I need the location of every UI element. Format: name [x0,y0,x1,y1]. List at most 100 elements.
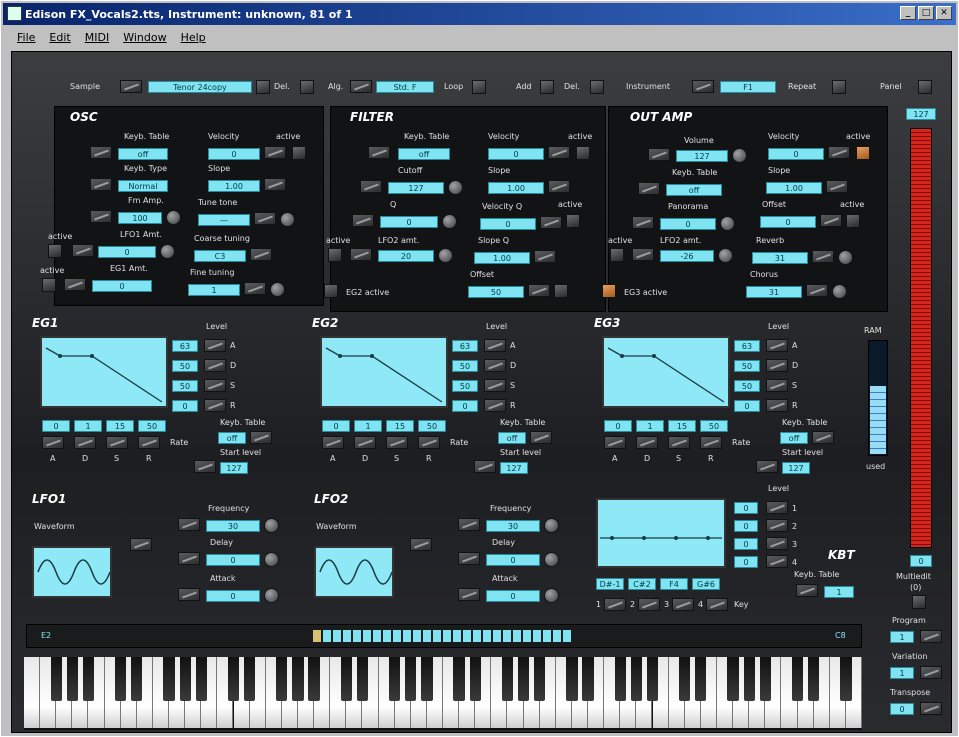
outamp-volume-value[interactable]: 127 [676,150,728,162]
filter-velocity-q-value[interactable]: 0 [480,218,536,230]
osc-fine-value[interactable]: 1 [188,284,240,296]
kbt-key-1-switch[interactable] [604,598,626,611]
filter-velocity-active-button[interactable] [576,146,590,160]
eg2-start-level-value[interactable]: 127 [500,462,528,474]
kbt-level-4-switch[interactable] [766,555,788,568]
lfo2-delay-switch[interactable] [458,552,480,565]
menu-window[interactable]: Window [123,31,166,44]
osc-keyb-type-switch[interactable] [90,178,112,191]
eg2-keyb-table-switch[interactable] [530,431,552,444]
eg1-rate-1-value[interactable]: 1 [74,420,102,432]
lfo2-frequency-value[interactable]: 30 [486,520,540,532]
eg2-rate-3-switch[interactable] [418,436,440,449]
kbt-key-4-value[interactable]: G#6 [692,578,720,590]
outamp-slope-switch[interactable] [826,180,848,193]
outamp-chorus-value[interactable]: 31 [746,286,802,298]
kbt-key-1-value[interactable]: D#-1 [596,578,624,590]
outamp-keyb-table-switch[interactable] [638,182,660,195]
eg3-rate-1-switch[interactable] [636,436,658,449]
filter-cutoff-knob[interactable] [448,180,463,195]
eg1-level-2-switch[interactable] [204,379,226,392]
eg2-level-3-switch[interactable] [484,399,506,412]
filter-keyb-table-value[interactable]: off [398,148,450,160]
eg1-level-0-switch[interactable] [204,339,226,352]
black-key[interactable] [808,657,820,701]
black-key[interactable] [727,657,739,701]
osc-fm-amp-switch[interactable] [90,210,112,223]
black-key[interactable] [469,657,481,701]
black-key[interactable] [227,657,240,701]
key-range-bar[interactable]: E2 C8 [26,624,862,648]
eg2-rate-1-switch[interactable] [354,436,376,449]
black-key[interactable] [243,657,256,701]
black-key[interactable] [646,657,659,701]
outamp-velocity-switch[interactable] [828,146,850,159]
outamp-reverb-value[interactable]: 31 [752,252,808,264]
lfo1-waveform-display[interactable] [32,546,112,598]
filter-lfo2-amt-switch[interactable] [350,248,372,261]
black-key[interactable] [405,657,417,701]
eg1-rate-2-value[interactable]: 15 [106,420,134,432]
white-key[interactable] [24,657,41,728]
filter-slope-value[interactable]: 1.00 [488,182,544,194]
transpose-switch[interactable] [920,702,942,715]
instrument-value[interactable]: F1 [720,81,776,93]
eg2-rate-2-switch[interactable] [386,436,408,449]
black-key[interactable] [308,657,320,701]
kbt-key-3-switch[interactable] [672,598,694,611]
filter-offset-switch[interactable] [528,284,550,297]
kbt-key-2-value[interactable]: C#2 [628,578,656,590]
outamp-panorama-value[interactable]: 0 [660,218,716,230]
osc-keyb-table-value[interactable]: off [118,148,168,160]
loop-button[interactable] [472,80,486,94]
eg2-keyb-table-value[interactable]: off [498,432,526,444]
lfo1-frequency-switch[interactable] [178,518,200,531]
eg1-level-2-value[interactable]: 50 [172,380,198,392]
osc-slope-value[interactable]: 1.00 [208,180,260,192]
lfo2-delay-knob[interactable] [544,552,559,567]
outamp-lfo2-amt-switch[interactable] [632,248,654,261]
filter-cutoff-switch[interactable] [360,180,382,193]
sample-value[interactable]: Tenor 24copy [148,81,252,93]
eg1-envelope-display[interactable] [40,336,168,408]
sample-button[interactable] [256,80,270,94]
black-key[interactable] [195,657,207,701]
eg1-keyb-table-value[interactable]: off [218,432,246,444]
lfo2-attack-knob[interactable] [544,588,559,603]
black-key[interactable] [50,657,62,701]
black-key[interactable] [66,657,78,701]
black-key[interactable] [501,657,514,701]
eg1-rate-2-switch[interactable] [106,436,128,449]
black-key[interactable] [131,657,143,701]
eg3-keyb-table-switch[interactable] [812,431,834,444]
kbt-level-4-value[interactable]: 0 [734,556,758,568]
black-key[interactable] [614,657,626,701]
eg3-rate-2-value[interactable]: 15 [668,420,696,432]
eg1-level-1-switch[interactable] [204,359,226,372]
black-key[interactable] [276,657,288,701]
osc-fm-amp-knob[interactable] [166,210,181,225]
menu-edit[interactable]: Edit [49,31,70,44]
eg2-level-0-value[interactable]: 63 [452,340,478,352]
filter-q-knob[interactable] [442,214,457,229]
osc-coarse-value[interactable]: C3 [194,250,246,262]
alg-value[interactable]: Std. F [376,81,434,93]
eg3-level-2-value[interactable]: 50 [734,380,760,392]
lfo2-frequency-switch[interactable] [458,518,480,531]
add-button[interactable] [540,80,554,94]
eg2-rate-2-value[interactable]: 15 [386,420,414,432]
outamp-velocity-value[interactable]: 0 [768,148,824,160]
eg1-level-1-value[interactable]: 50 [172,360,198,372]
filter-velocity-q-switch[interactable] [540,216,562,229]
program-value[interactable]: 1 [890,631,914,643]
black-key[interactable] [840,657,852,701]
black-key[interactable] [389,657,401,701]
outamp-chorus-knob[interactable] [832,284,847,299]
osc-tune-tone-value[interactable]: — [198,214,250,226]
lfo1-attack-switch[interactable] [178,588,200,601]
kbt-level-1-switch[interactable] [766,501,788,514]
repeat-button[interactable] [832,80,846,94]
lfo1-attack-knob[interactable] [264,588,279,603]
variation-switch[interactable] [920,666,942,679]
black-key[interactable] [582,657,594,701]
